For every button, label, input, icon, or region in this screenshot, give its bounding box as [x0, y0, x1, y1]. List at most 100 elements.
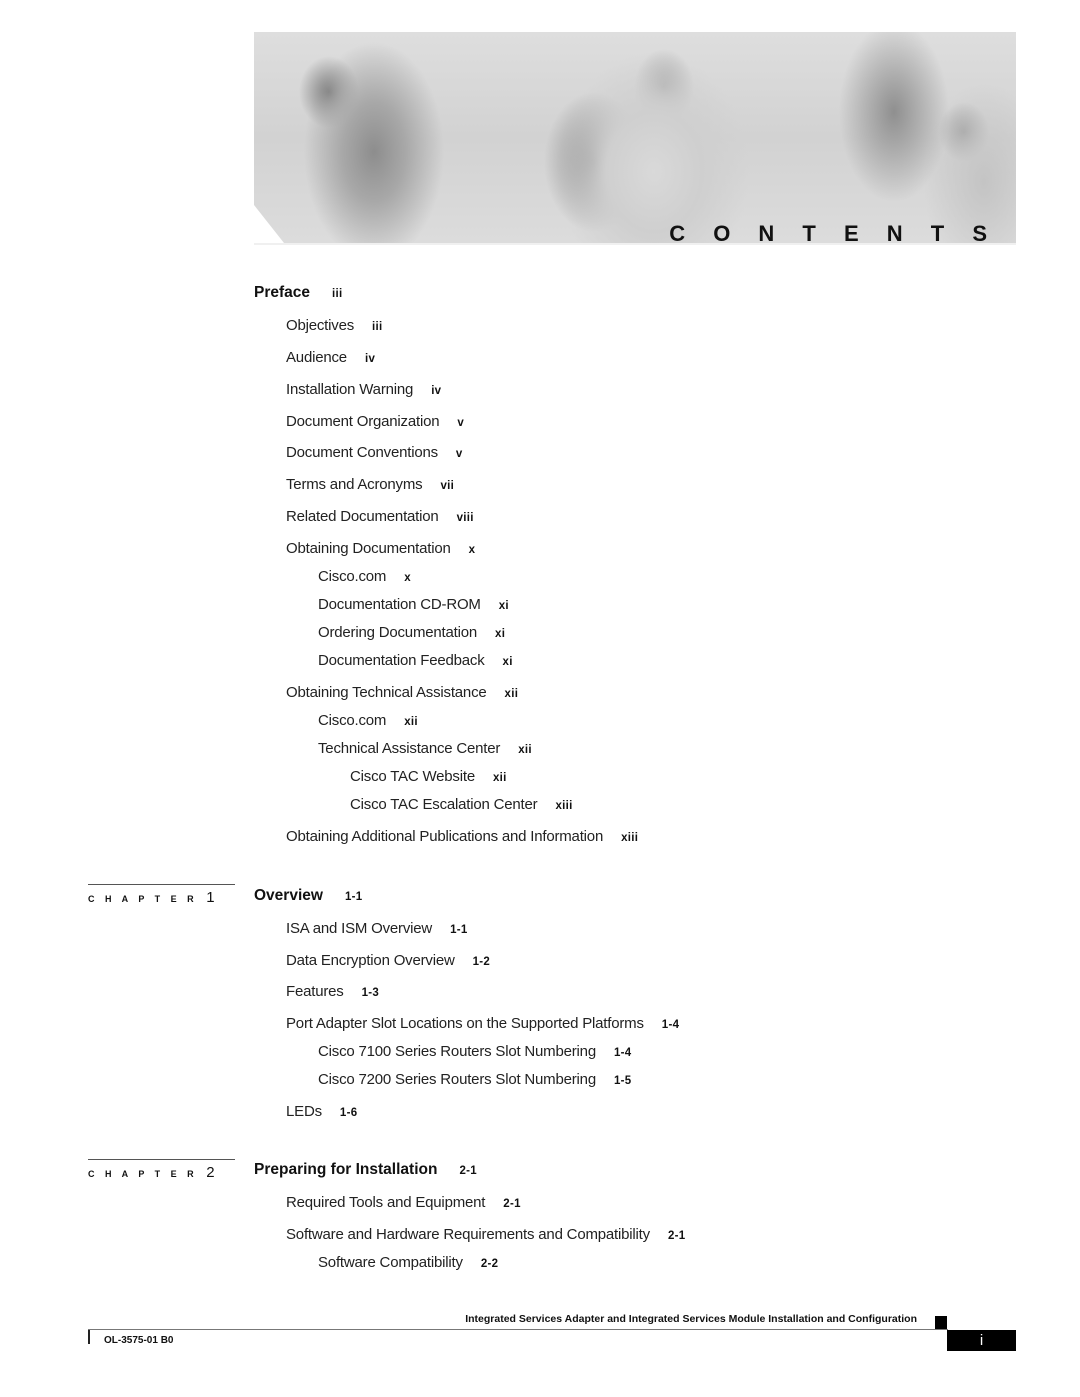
banner-title-container: C O N T E N T S	[254, 32, 1016, 246]
toc-entry-label: Data Encryption Overview	[286, 952, 455, 969]
toc-entry[interactable]: Obtaining Documentation x	[286, 540, 475, 557]
toc-entry-label: Installation Warning	[286, 381, 414, 398]
toc-entry-label: Terms and Acronyms	[286, 476, 423, 493]
toc-entry[interactable]: Cisco 7200 Series Routers Slot Numbering…	[318, 1071, 632, 1088]
chapter-number: 2	[206, 1164, 215, 1181]
toc-entry[interactable]: Document Organization v	[286, 413, 464, 430]
toc-entry-label: Document Conventions	[286, 444, 438, 461]
toc-entry[interactable]: Cisco TAC Website xii	[350, 768, 507, 785]
toc-page-number: 2-2	[480, 1258, 499, 1270]
toc-entry-label: Cisco TAC Website	[350, 768, 475, 785]
toc-page-number: 1-4	[613, 1047, 632, 1059]
toc-entry[interactable]: Audience iv	[286, 349, 375, 366]
toc-page-number: 2-1	[459, 1165, 477, 1177]
toc-entry[interactable]: Documentation Feedback xi	[318, 652, 513, 669]
toc-page-number: xii	[518, 744, 532, 756]
toc-entry[interactable]: Cisco TAC Escalation Center xiii	[350, 796, 573, 813]
toc-page-number: xii	[492, 772, 507, 784]
footer-page-number: i	[947, 1330, 1016, 1351]
footer-book-title: Integrated Services Adapter and Integrat…	[465, 1313, 917, 1325]
toc-entry[interactable]: Software and Hardware Requirements and C…	[286, 1226, 685, 1243]
toc-entry[interactable]: Technical Assistance Center xii	[318, 740, 532, 757]
toc-entry-label: Obtaining Documentation	[286, 540, 451, 557]
toc-entry-label: Features	[286, 983, 344, 1000]
toc-section-preface[interactable]: Preface iii	[254, 284, 343, 302]
toc-entry-label: LEDs	[286, 1103, 322, 1120]
toc-page-number: xiii	[621, 832, 639, 844]
toc-entry-label: Software and Hardware Requirements and C…	[286, 1226, 650, 1243]
toc-entry[interactable]: Obtaining Additional Publications and In…	[286, 828, 638, 845]
toc-entry[interactable]: Features 1-3	[286, 983, 379, 1000]
toc-entry-label: Technical Assistance Center	[318, 740, 501, 757]
toc-page-number: xii	[404, 716, 418, 728]
toc-entry[interactable]: Document Conventions v	[286, 444, 463, 461]
chapter-1-label: C H A P T E R 1	[88, 889, 215, 906]
chapter-label-text: C H A P T E R	[88, 894, 198, 904]
toc-entry[interactable]: Related Documentation viii	[286, 508, 474, 525]
toc-entry-label: Related Documentation	[286, 508, 439, 525]
toc-entry[interactable]: Required Tools and Equipment 2-1	[286, 1194, 521, 1211]
toc-entry-label: Objectives	[286, 317, 355, 334]
toc-entry[interactable]: ISA and ISM Overview 1-1	[286, 920, 468, 937]
toc-page-number: x	[468, 544, 476, 556]
toc-entry-label: Documentation Feedback	[318, 652, 485, 669]
toc-page-number: xi	[495, 628, 506, 640]
footer-doc-number: OL-3575-01 B0	[104, 1335, 174, 1346]
toc-entry[interactable]: Documentation CD-ROM xi	[318, 596, 509, 613]
toc-chapter-title: Overview	[254, 887, 323, 904]
toc-entry[interactable]: Obtaining Technical Assistance xii	[286, 684, 518, 701]
toc-page-number: iii	[372, 321, 383, 333]
toc-page-number: iv	[431, 385, 442, 397]
toc-entry-label: ISA and ISM Overview	[286, 920, 433, 937]
toc-page-number: xi	[498, 600, 509, 612]
chapter-2-label: C H A P T E R 2	[88, 1164, 215, 1181]
toc-entry[interactable]: Installation Warning iv	[286, 381, 441, 398]
toc-page-number: 2-1	[667, 1230, 686, 1242]
toc-page-number: 1-1	[344, 891, 363, 903]
toc-entry[interactable]: Port Adapter Slot Locations on the Suppo…	[286, 1015, 679, 1032]
toc-entry[interactable]: Cisco 7100 Series Routers Slot Numbering…	[318, 1043, 632, 1060]
toc-entry-label: Cisco TAC Escalation Center	[350, 796, 538, 813]
toc-entry-label: Cisco 7100 Series Routers Slot Numbering	[318, 1043, 596, 1060]
toc-page-number: x	[404, 572, 411, 584]
toc-page-number: 2-1	[503, 1198, 521, 1210]
toc-entry[interactable]: Objectives iii	[286, 317, 383, 334]
toc-page-number: 1-5	[613, 1075, 632, 1087]
toc-entry-label: Cisco.com	[318, 568, 387, 585]
toc-entry[interactable]: Ordering Documentation xi	[318, 624, 505, 641]
toc-entry-label: Software Compatibility	[318, 1254, 463, 1271]
toc-entry[interactable]: Cisco.com x	[318, 568, 411, 585]
toc-entry[interactable]: Cisco.com xii	[318, 712, 418, 729]
toc-page-number: v	[455, 448, 463, 460]
toc-entry-label: Required Tools and Equipment	[286, 1194, 486, 1211]
toc-page-number: 1-4	[661, 1019, 680, 1031]
toc-entry-label: Obtaining Additional Publications and In…	[286, 828, 604, 845]
toc-entry[interactable]: Data Encryption Overview 1-2	[286, 952, 490, 969]
toc-page-number: vii	[440, 480, 455, 492]
toc-chapter-title: Preparing for Installation	[254, 1161, 438, 1178]
toc-entry-label: Documentation CD-ROM	[318, 596, 481, 613]
toc-page-number: iii	[332, 288, 343, 300]
toc-page-number: 1-1	[450, 924, 468, 936]
toc-page-number: iv	[364, 353, 376, 365]
toc-page-number: 1-3	[361, 987, 380, 999]
toc-page-number: xii	[504, 688, 519, 700]
toc-entry-label: Cisco.com	[318, 712, 387, 729]
footer-rule	[88, 1329, 948, 1330]
chapter-label-text: C H A P T E R	[88, 1169, 198, 1179]
toc-page-number: v	[457, 417, 465, 429]
contents-title: C O N T E N T S	[669, 221, 998, 246]
chapter-2-rule	[88, 1159, 235, 1160]
toc-entry[interactable]: Terms and Acronyms vii	[286, 476, 454, 493]
toc-entry-label: Ordering Documentation	[318, 624, 478, 641]
toc-page-number: 1-2	[472, 956, 491, 968]
toc-page-number: 1-6	[339, 1107, 358, 1119]
toc-entry-label: Cisco 7200 Series Routers Slot Numbering	[318, 1071, 596, 1088]
toc-chapter-2-title[interactable]: Preparing for Installation 2-1	[254, 1161, 477, 1179]
toc-chapter-1-title[interactable]: Overview 1-1	[254, 887, 362, 905]
chapter-1-rule	[88, 884, 235, 885]
footer-left-tick	[88, 1330, 90, 1344]
toc-entry[interactable]: LEDs 1-6	[286, 1103, 357, 1120]
toc-entry[interactable]: Software Compatibility 2-2	[318, 1254, 498, 1271]
toc-entry-label: Obtaining Technical Assistance	[286, 684, 487, 701]
